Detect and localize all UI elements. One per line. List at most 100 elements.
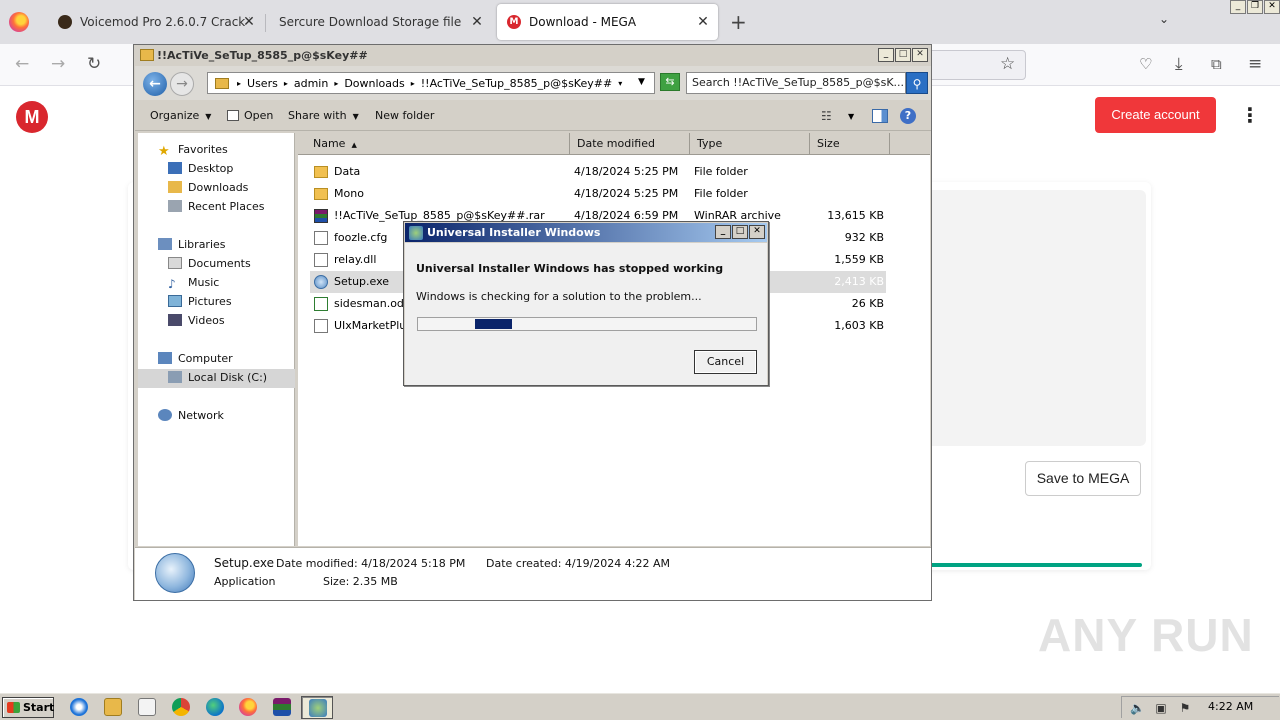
- address-bar[interactable]: ▸ Users ▸ admin ▸ Downloads ▸ !!AcTiVe_S…: [207, 72, 655, 94]
- action-center-flag-icon[interactable]: ⚑: [1178, 701, 1192, 715]
- libraries-icon: [158, 238, 172, 250]
- explorer-toolbar: Organize ▼ Open Share with ▼ New folder ☷ …: [135, 101, 931, 131]
- winrar-icon[interactable]: [273, 698, 291, 716]
- tab-voicemod[interactable]: Voicemod Pro 2.6.0.7 Crack With Li ✕: [50, 4, 260, 40]
- tab-secure-download[interactable]: Sercure Download Storage file ✕: [270, 4, 490, 40]
- save-to-mega-button[interactable]: Save to MEGA: [1025, 461, 1141, 496]
- nav-videos[interactable]: Videos: [168, 314, 225, 327]
- view-dropdown-icon[interactable]: ▼: [848, 112, 854, 121]
- tab-mega[interactable]: M Download - MEGA ✕: [497, 4, 718, 40]
- organize-label: Organize: [150, 109, 200, 122]
- firefox-logo-icon[interactable]: [9, 12, 29, 32]
- file-name: Mono: [334, 187, 364, 200]
- nav-label: Local Disk (C:): [188, 371, 268, 384]
- create-account-button[interactable]: Create account: [1095, 97, 1216, 133]
- back-arrow-icon[interactable]: ←: [15, 54, 29, 74]
- dropdown-arrow-icon: ▼: [205, 112, 212, 121]
- help-icon[interactable]: ?: [900, 108, 916, 124]
- forward-arrow-icon[interactable]: →: [51, 54, 65, 74]
- nav-libraries[interactable]: Libraries: [158, 238, 226, 251]
- close-tab-icon[interactable]: ✕: [694, 13, 712, 31]
- open-icon: [227, 110, 239, 121]
- nav-network[interactable]: Network: [158, 409, 224, 422]
- nav-desktop[interactable]: Desktop: [168, 162, 233, 175]
- mega-logo[interactable]: M: [16, 101, 48, 133]
- minimize-icon[interactable]: _: [715, 225, 731, 239]
- folder-icon: [140, 49, 154, 61]
- column-header-name[interactable]: Name ▲: [306, 133, 570, 155]
- clock[interactable]: 4:22 AM: [1208, 700, 1253, 713]
- back-arrow-icon[interactable]: ←: [143, 72, 167, 96]
- config-file-icon: [314, 231, 328, 245]
- installer-icon: [409, 226, 423, 240]
- extensions-icon[interactable]: ⧉: [1211, 54, 1222, 74]
- new-folder-button[interactable]: New folder: [375, 109, 434, 122]
- maximize-icon[interactable]: □: [895, 48, 911, 62]
- forward-arrow-icon[interactable]: →: [170, 72, 194, 96]
- network-tray-icon[interactable]: ▣: [1154, 701, 1168, 715]
- column-header-date[interactable]: Date modified: [570, 133, 690, 155]
- address-dropdown-icon[interactable]: ▼: [638, 77, 645, 87]
- organize-button[interactable]: Organize ▼: [150, 109, 211, 122]
- refresh-icon[interactable]: ⇆: [660, 73, 680, 91]
- minimize-icon[interactable]: _: [878, 48, 894, 62]
- close-tab-icon[interactable]: ✕: [468, 13, 486, 31]
- taskbar-active-app[interactable]: [301, 696, 333, 719]
- nav-recent-places[interactable]: Recent Places: [168, 200, 265, 213]
- breadcrumb-users[interactable]: Users: [247, 77, 278, 90]
- start-button[interactable]: Start: [2, 697, 54, 718]
- close-icon[interactable]: ✕: [749, 225, 765, 239]
- internet-explorer-icon[interactable]: [70, 698, 88, 716]
- file-preview-panel: [900, 190, 1146, 446]
- edge-icon[interactable]: [206, 698, 224, 716]
- column-header-type[interactable]: Type: [690, 133, 810, 155]
- nav-downloads[interactable]: Downloads: [168, 181, 248, 194]
- search-input[interactable]: Search !!AcTiVe_SeTup_8585_p@$sK...: [686, 72, 906, 94]
- details-pane: Setup.exe Date modified: 4/18/2024 5:18 …: [135, 547, 931, 600]
- file-date: 4/18/2024 5:25 PM: [574, 165, 679, 178]
- close-icon[interactable]: ✕: [912, 48, 928, 62]
- file-explorer-icon[interactable]: [104, 698, 122, 716]
- breadcrumb-downloads[interactable]: Downloads: [344, 77, 404, 90]
- open-button[interactable]: Open: [227, 109, 273, 122]
- close-tab-icon[interactable]: ✕: [240, 13, 258, 31]
- change-view-icon[interactable]: ☷: [821, 109, 832, 123]
- column-headers: Name ▲ Date modified Type Size: [298, 133, 930, 155]
- hamburger-menu-icon[interactable]: ≡: [1248, 54, 1262, 74]
- more-options-kebab-icon[interactable]: ⋮: [1240, 104, 1260, 126]
- new-tab-button[interactable]: +: [730, 10, 747, 34]
- nav-documents[interactable]: Documents: [168, 257, 251, 270]
- maximize-icon[interactable]: □: [732, 225, 748, 239]
- nav-music[interactable]: ♪ Music: [168, 276, 219, 291]
- column-header-size[interactable]: Size: [810, 133, 890, 155]
- pocket-icon[interactable]: ♡: [1139, 54, 1152, 74]
- file-row[interactable]: Mono 4/18/2024 5:25 PM File folder: [310, 183, 886, 205]
- downloads-icon[interactable]: ⤓: [1175, 54, 1183, 74]
- nav-pictures[interactable]: Pictures: [168, 295, 232, 308]
- bookmark-star-icon[interactable]: ☆: [1000, 54, 1015, 74]
- explorer-title-bar[interactable]: !!AcTiVe_SeTup_8585_p@$sKey## _ □ ✕: [135, 46, 931, 65]
- preview-pane-icon[interactable]: [872, 109, 888, 123]
- share-with-button[interactable]: Share with ▼: [288, 109, 359, 122]
- cancel-button[interactable]: Cancel: [694, 350, 757, 374]
- firefox-icon[interactable]: [239, 698, 257, 716]
- list-all-tabs-chevron-icon[interactable]: ⌄: [1159, 12, 1169, 26]
- breadcrumb-admin[interactable]: admin: [294, 77, 328, 90]
- chrome-icon[interactable]: [172, 698, 190, 716]
- dialog-title-bar[interactable]: Universal Installer Windows _ □ ✕: [405, 223, 767, 242]
- close-icon[interactable]: ✕: [1264, 0, 1280, 14]
- file-row[interactable]: Data 4/18/2024 5:25 PM File folder: [310, 161, 886, 183]
- breadcrumb-current-folder[interactable]: !!AcTiVe_SeTup_8585_p@$sKey##: [421, 77, 612, 90]
- search-icon[interactable]: ⚲: [906, 72, 928, 94]
- minimize-icon[interactable]: _: [1230, 0, 1246, 14]
- nav-local-disk[interactable]: Local Disk (C:): [168, 371, 267, 384]
- share-with-label: Share with: [288, 109, 347, 122]
- volume-icon[interactable]: 🔈: [1130, 701, 1145, 715]
- nav-favorites[interactable]: ★ Favorites: [158, 143, 228, 159]
- dialog-message: Windows is checking for a solution to th…: [416, 290, 702, 303]
- restore-icon[interactable]: ❐: [1247, 0, 1263, 14]
- reload-icon[interactable]: ↻: [87, 54, 101, 74]
- media-player-icon[interactable]: [138, 698, 156, 716]
- file-size: 1,603 KB: [834, 319, 884, 332]
- nav-computer[interactable]: Computer: [158, 352, 233, 365]
